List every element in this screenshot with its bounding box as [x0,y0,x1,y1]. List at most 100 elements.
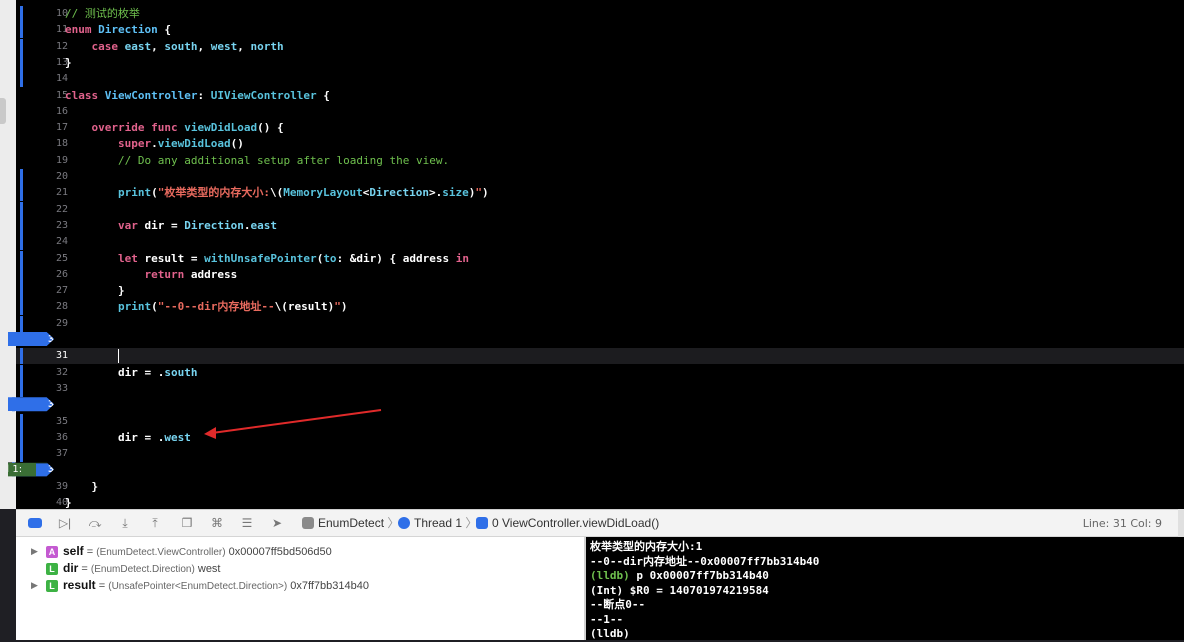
code-text[interactable]: dir = .south [65,365,198,381]
step-out-icon[interactable]: ⤒ [146,515,164,531]
line-number[interactable]: 25 [34,251,68,267]
code-text[interactable]: print("--断点0--") [57,332,225,348]
code-line[interactable]: 35 [16,413,1184,430]
code-line[interactable]: 13} [16,54,1184,71]
code-line[interactable]: 30 print("--断点0--") [8,332,54,346]
code-line[interactable]: 34 print("--1--") [8,397,54,412]
line-number[interactable]: 28 [34,299,68,315]
line-number[interactable]: 12 [34,39,68,55]
code-line[interactable]: 28 print("--0--dir内存地址--\(result)") [16,299,1184,316]
code-text[interactable]: print("--1--") [57,397,203,413]
code-text[interactable]: return address [65,267,237,283]
line-number[interactable]: 20 [34,169,68,185]
line-number[interactable]: 32 [34,365,68,381]
step-over-icon[interactable]: ⤼ [86,515,104,531]
line-number[interactable]: 11 [34,22,68,38]
continue-icon[interactable]: ▷| [56,515,74,531]
line-number[interactable]: 18 [34,136,68,152]
code-line[interactable]: 15 class ViewController: UIViewController… [16,88,1184,104]
code-line[interactable]: 31 [16,348,1184,365]
code-line[interactable]: 23 var dir = Direction.east [16,217,1184,234]
code-text[interactable]: // Do any additional setup after loading… [65,153,449,169]
code-text[interactable]: } [65,495,72,509]
code-line[interactable]: 11 enum Direction { [16,22,1184,39]
line-number[interactable]: 24 [34,234,68,250]
line-number[interactable]: 39 [34,479,68,495]
code-line[interactable]: 39 } [16,479,1184,495]
code-line[interactable]: 38 print("finish - \(dir)")Thread 1: bre… [8,462,54,477]
line-number[interactable]: 14 [34,71,68,87]
code-text[interactable]: print("--0--dir内存地址--\(result)") [65,299,347,315]
breadcrumb-frame[interactable]: 0 ViewController.viewDidLoad() [476,516,659,531]
line-number[interactable]: 29 [34,316,68,332]
code-text[interactable]: super.viewDidLoad() [65,136,244,152]
line-number[interactable]: 40 [34,495,68,509]
code-text[interactable]: var dir = Direction.east [65,218,277,234]
line-number[interactable]: 27 [34,283,68,299]
code-line[interactable]: 36 dir = .west [16,429,1184,446]
line-number[interactable]: 15 [34,88,68,104]
code-line[interactable]: 25 let result = withUnsafePointer(to: &d… [16,250,1184,267]
environment-overrides-icon[interactable]: ☰ [238,515,256,531]
console-output[interactable]: 枚举类型的内存大小:1 --0--dir内存地址--0x00007ff7bb314… [586,537,1184,640]
code-line[interactable]: 27 } [16,283,1184,300]
line-number[interactable]: 16 [34,104,68,120]
code-line[interactable]: 37 [16,446,1184,463]
code-line[interactable]: 33 [16,380,1184,397]
code-line[interactable]: 17 override func viewDidLoad() { [16,120,1184,136]
line-number[interactable]: 17 [34,120,68,136]
code-text[interactable]: let result = withUnsafePointer(to: &dir)… [65,251,469,267]
code-text[interactable] [65,348,119,364]
code-line[interactable]: 19 // Do any additional setup after load… [16,153,1184,169]
code-text[interactable]: class ViewController: UIViewController { [65,88,330,104]
code-line[interactable]: 40} [16,495,1184,509]
line-number[interactable]: 36 [34,430,68,446]
code-line[interactable]: 29 [16,315,1184,332]
code-line[interactable]: 12 case east, south, west, north [16,38,1184,55]
line-number[interactable]: 19 [34,153,68,169]
line-number[interactable]: 35 [34,414,68,430]
view-hierarchy-icon[interactable]: ❒ [178,515,196,531]
line-number[interactable]: 33 [34,381,68,397]
code-line[interactable]: 26 return address [16,266,1184,283]
code-line[interactable]: 24 [16,234,1184,251]
code-line[interactable]: 18 super.viewDidLoad() [16,136,1184,152]
memory-graph-icon[interactable]: ⌘ [208,515,226,531]
step-into-icon[interactable]: ⤓ [116,515,134,531]
code-text[interactable]: print("finish - \(dir)") [57,462,269,478]
code-line[interactable]: 10// 测试的枚举 [16,6,1184,22]
variables-view[interactable]: ▶ Aself = (EnumDetect.ViewController) 0x0… [16,537,586,640]
line-number[interactable]: 31 [34,348,68,364]
toggle-console-icon[interactable] [26,515,44,531]
line-number[interactable]: 13 [34,55,68,71]
simulate-location-icon[interactable]: ➤ [268,515,286,531]
line-number[interactable]: 10 [34,6,68,22]
code-line[interactable]: 20 [16,169,1184,185]
code-line[interactable]: 14 [16,71,1184,88]
code-line[interactable]: 32 dir = .south [16,364,1184,381]
code-text[interactable]: } [65,283,125,299]
line-number[interactable]: 30 [26,332,54,346]
breadcrumb-thread[interactable]: Thread 1 〉 [398,516,477,531]
code-text[interactable]: enum Direction { [65,22,171,38]
code-text[interactable]: override func viewDidLoad() { [65,120,284,136]
breadcrumb-target[interactable]: EnumDetect 〉 [302,516,399,531]
line-number[interactable]: 22 [34,202,68,218]
disclosure-triangle-icon[interactable]: ▶ [31,577,38,594]
source-editor[interactable]: 10// 测试的枚举 11 enum Direction {12 case east… [0,0,1184,509]
line-number[interactable]: 23 [34,218,68,234]
code-text[interactable]: print("枚举类型的内存大小:\(MemoryLayout<Directio… [65,185,489,201]
navigator-tab[interactable] [0,98,6,124]
disclosure-triangle-icon[interactable]: ▶ [31,543,38,560]
code-text[interactable]: } [65,55,72,71]
code-text[interactable]: } [65,479,98,495]
code-line[interactable]: 21 print("枚举类型的内存大小:\(MemoryLayout<Direc… [16,185,1184,202]
code-text[interactable]: dir = .west [65,430,191,446]
line-number[interactable]: 37 [34,446,68,462]
code-line[interactable]: 16 [16,104,1184,120]
line-number[interactable]: 34 [26,397,54,411]
code-text[interactable]: case east, south, west, north [65,39,284,55]
code-line[interactable]: 22 [16,201,1184,218]
code-text[interactable]: // 测试的枚举 [65,6,140,22]
line-number[interactable]: 26 [34,267,68,283]
